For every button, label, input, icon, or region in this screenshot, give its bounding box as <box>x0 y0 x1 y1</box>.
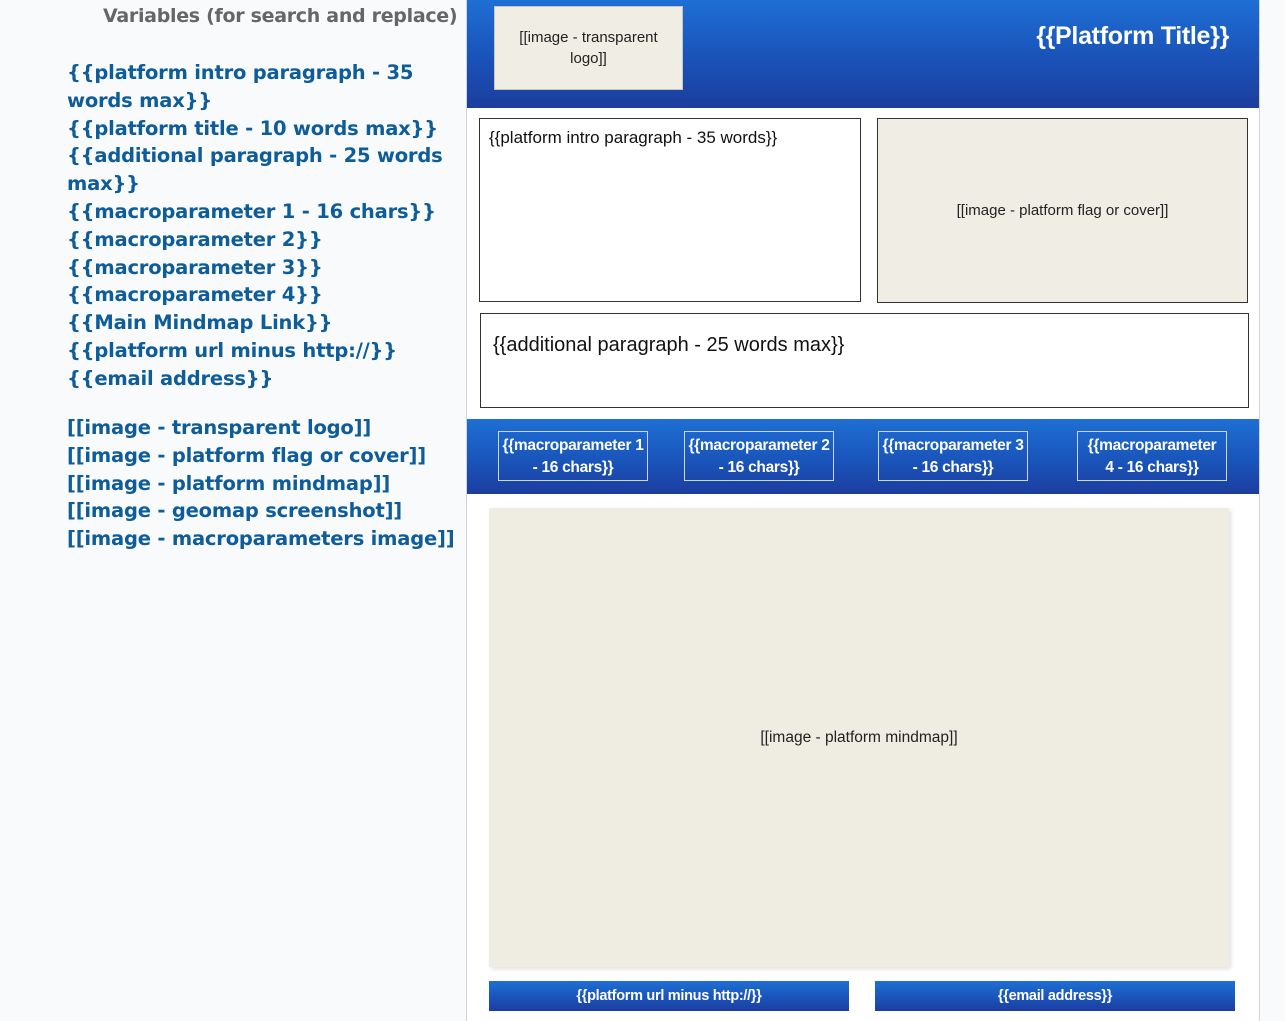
macroparameter-3-line1: {{macroparameter 3 <box>882 437 1024 454</box>
template-panel: [[image - transparent logo]] {{Platform … <box>466 0 1260 1021</box>
variable-macroparameter-2: {{macroparameter 2}} <box>67 227 323 251</box>
intro-paragraph-box[interactable]: {{platform intro paragraph - 35 words}} <box>479 118 861 302</box>
variable-additional-paragraph: {{additional paragraph - 25 words max}} <box>67 144 443 196</box>
variable-intro-paragraph: {{platform intro paragraph - 35 words ma… <box>67 61 414 112</box>
header-banner: [[image - transparent logo]] {{Platform … <box>467 0 1259 108</box>
variable-image-mindmap: [[image - platform mindmap]] <box>67 471 391 495</box>
platform-title: {{Platform Title}} <box>1036 22 1229 50</box>
email-address-button[interactable]: {{email address}} <box>875 981 1235 1011</box>
mindmap-placeholder[interactable]: [[image - platform mindmap]] <box>489 508 1229 967</box>
variable-image-flag: [[image - platform flag or cover]] <box>67 443 426 467</box>
macroparameter-2-line2: - 16 chars}} <box>718 459 800 476</box>
variables-heading: Variables (for search and replace) <box>103 5 458 27</box>
macroparameter-2-line1: {{macroparameter 2 <box>688 437 830 454</box>
variable-image-logo: [[image - transparent logo]] <box>67 416 372 439</box>
platform-url-button[interactable]: {{platform url minus http://}} <box>489 981 849 1011</box>
macroparameters-band: {{macroparameter 1 - 16 chars}} {{macrop… <box>467 419 1259 494</box>
additional-paragraph-box[interactable]: {{additional paragraph - 25 words max}} <box>480 313 1249 408</box>
macroparameter-4-line2: 4 - 16 chars}} <box>1105 459 1199 476</box>
macroparameter-1-line2: - 16 chars}} <box>532 459 614 476</box>
variable-image-geomap: [[image - geomap screenshot]] <box>67 499 402 523</box>
macroparameter-1-button[interactable]: {{macroparameter 1 - 16 chars}} <box>498 431 648 481</box>
variable-macroparameter-4: {{macroparameter 4}} <box>67 283 323 307</box>
variable-main-mindmap-link: {{Main Mindmap Link}} <box>67 311 333 335</box>
macroparameter-3-button[interactable]: {{macroparameter 3 - 16 chars}} <box>878 431 1028 481</box>
variable-email-address: {{email address}} <box>67 366 274 390</box>
variable-platform-url: {{platform url minus http://}} <box>67 338 397 362</box>
macroparameter-4-button[interactable]: {{macroparameter 4 - 16 chars}} <box>1077 431 1227 481</box>
logo-placeholder[interactable]: [[image - transparent logo]] <box>494 6 683 90</box>
macroparameter-2-button[interactable]: {{macroparameter 2 - 16 chars}} <box>684 431 834 481</box>
macroparameter-3-line2: - 16 chars}} <box>912 459 994 476</box>
image-variables-list: [[image - transparent logo]] [[image - p… <box>67 414 462 553</box>
macroparameter-4-line1: {{macroparameter <box>1087 437 1217 454</box>
variable-platform-title: {{platform title - 10 words max}} <box>67 116 438 140</box>
variable-image-macroparameters: [[image - macroparameters image]] <box>67 527 455 551</box>
flag-cover-placeholder[interactable]: [[image - platform flag or cover]] <box>877 118 1248 303</box>
variable-macroparameter-1: {{macroparameter 1 - 16 chars}} <box>67 199 436 223</box>
macroparameter-1-line1: {{macroparameter 1 <box>502 437 644 454</box>
text-variables-list: {{platform intro paragraph - 35 words ma… <box>67 59 462 393</box>
variable-macroparameter-3: {{macroparameter 3}} <box>67 255 323 279</box>
